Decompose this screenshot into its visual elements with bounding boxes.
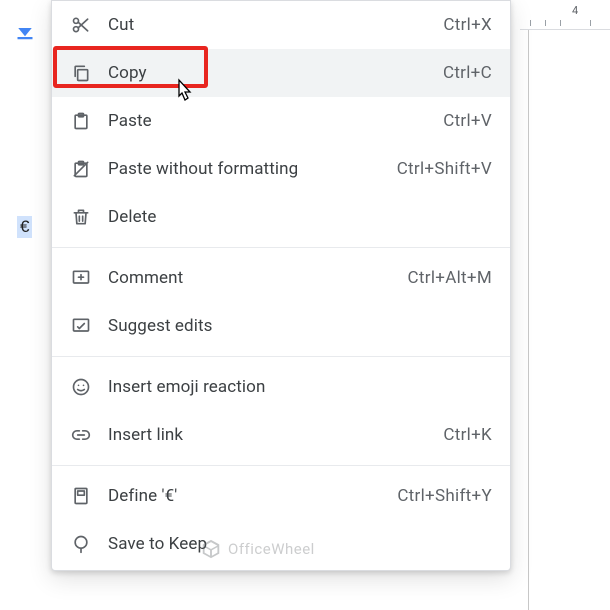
menu-item-delete[interactable]: Delete [52,193,510,241]
link-icon [70,424,92,446]
menu-item-label: Save to Keep [108,534,492,554]
menu-item-label: Insert link [108,425,443,445]
menu-item-paste-plain[interactable]: Paste without formattingCtrl+Shift+V [52,145,510,193]
suggest-icon [70,315,92,337]
menu-item-shortcut: Ctrl+Alt+M [408,268,492,288]
menu-item-cut[interactable]: CutCtrl+X [52,1,510,49]
menu-item-shortcut: Ctrl+V [443,111,492,131]
paste-icon [70,110,92,132]
delete-icon [70,206,92,228]
menu-item-link[interactable]: Insert linkCtrl+K [52,411,510,459]
menu-item-label: Paste without formatting [108,159,397,179]
menu-item-shortcut: Ctrl+Shift+V [397,159,492,179]
menu-item-label: Paste [108,111,443,131]
menu-item-label: Cut [108,15,443,35]
emoji-icon [70,376,92,398]
keep-icon [70,533,92,555]
ruler-number: 4 [572,4,578,17]
toolbar-fragment [0,0,45,55]
menu-item-emoji[interactable]: Insert emoji reaction [52,363,510,411]
menu-item-label: Suggest edits [108,316,492,336]
menu-item-suggest[interactable]: Suggest edits [52,302,510,350]
menu-item-shortcut: Ctrl+C [443,63,492,83]
menu-item-shortcut: Ctrl+X [443,15,492,35]
ruler: 4 [520,0,610,30]
define-icon [70,485,92,507]
menu-item-shortcut: Ctrl+K [443,425,492,445]
menu-item-shortcut: Ctrl+Shift+Y [397,486,492,506]
menu-item-paste[interactable]: PasteCtrl+V [52,97,510,145]
page-edge [528,30,610,610]
paint-format-icon [16,28,34,40]
menu-separator [52,247,510,248]
menu-item-label: Define '€' [108,486,397,506]
menu-item-label: Copy [108,63,443,83]
menu-item-label: Insert emoji reaction [108,377,492,397]
cut-icon [70,14,92,36]
copy-icon [70,62,92,84]
menu-item-copy[interactable]: CopyCtrl+C [52,49,510,97]
menu-separator [52,465,510,466]
selected-text[interactable]: € [17,216,32,238]
paste-plain-icon [70,158,92,180]
menu-item-label: Delete [108,207,492,227]
menu-item-comment[interactable]: CommentCtrl+Alt+M [52,254,510,302]
context-menu: CutCtrl+XCopyCtrl+CPasteCtrl+VPaste with… [51,0,511,571]
menu-item-label: Comment [108,268,408,288]
comment-icon [70,267,92,289]
menu-item-keep[interactable]: Save to Keep [52,520,510,568]
menu-item-define[interactable]: Define '€'Ctrl+Shift+Y [52,472,510,520]
menu-separator [52,356,510,357]
